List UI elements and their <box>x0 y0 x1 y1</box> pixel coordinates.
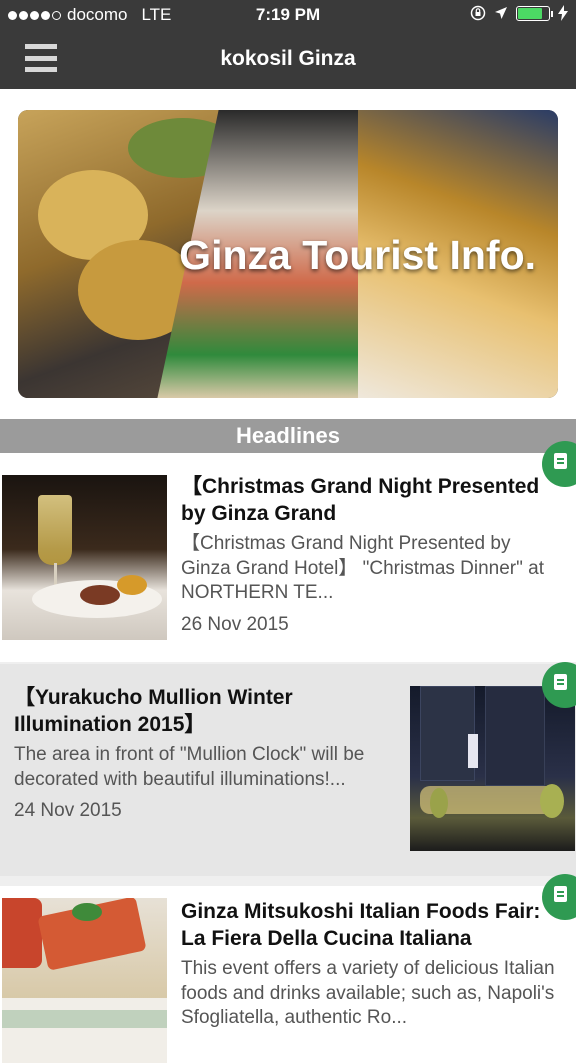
article-title: 【Yurakucho Mullion Winter Illumination 2… <box>14 686 293 736</box>
document-icon <box>554 674 567 690</box>
orientation-lock-icon <box>470 5 486 21</box>
article-thumbnail <box>410 686 575 851</box>
article-summary: 【Christmas Grand Night Presented by Ginz… <box>181 533 545 603</box>
status-bar: docomo LTE 7:19 PM <box>0 0 576 30</box>
article-card[interactable]: Ginza Mitsukoshi Italian Foods Fair: La … <box>0 874 576 1063</box>
article-summary: The area in front of "Mullion Clock" wil… <box>14 744 365 790</box>
charging-bolt-icon <box>558 5 568 21</box>
hero-title: Ginza Tourist Info. <box>179 232 536 278</box>
document-icon <box>554 453 567 469</box>
status-right <box>470 5 568 21</box>
article-card[interactable]: 【Christmas Grand Night Presented by Ginz… <box>0 441 576 662</box>
battery-icon <box>516 5 553 21</box>
article-card[interactable]: 【Yurakucho Mullion Winter Illumination 2… <box>0 662 576 876</box>
document-icon <box>554 886 567 902</box>
navigation-bar: kokosil Ginza <box>0 30 576 89</box>
article-summary: This event offers a variety of delicious… <box>181 958 555 1028</box>
hero-banner[interactable]: Ginza Tourist Info. <box>18 110 558 398</box>
article-date: 26 Nov 2015 <box>181 613 289 635</box>
page-title: kokosil Ginza <box>220 47 356 70</box>
section-header: Headlines <box>0 419 576 453</box>
location-arrow-icon <box>495 7 507 19</box>
article-title: 【Christmas Grand Night Presented by Ginz… <box>181 475 540 525</box>
article-title: Ginza Mitsukoshi Italian Foods Fair: La … <box>181 900 541 950</box>
article-thumbnail <box>2 475 167 640</box>
divider <box>0 876 576 886</box>
article-date: 24 Nov 2015 <box>14 800 122 821</box>
article-thumbnail <box>2 898 167 1063</box>
